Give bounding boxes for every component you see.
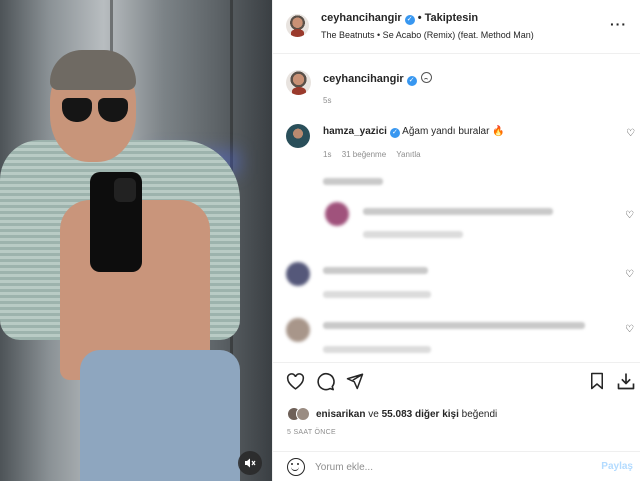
- blurred-text: [323, 178, 383, 185]
- verified-icon: ✓: [406, 76, 417, 86]
- comment-meta: 1s 31 beğenme Yanıtla: [323, 150, 429, 159]
- verified-icon: ✓: [389, 128, 400, 138]
- blurred-text: [323, 346, 431, 353]
- likes-connector: ve: [368, 408, 379, 420]
- heart-icon[interactable]: ♡: [625, 324, 634, 335]
- comment-icon[interactable]: [315, 371, 335, 391]
- reply-button[interactable]: Yanıtla: [396, 150, 420, 159]
- avatar[interactable]: [286, 14, 309, 37]
- heart-icon[interactable]: [285, 371, 305, 391]
- blurred-text: [363, 208, 553, 215]
- person-jeans: [80, 350, 240, 481]
- liker-username[interactable]: enisarikan: [316, 409, 365, 420]
- comment-composer: Paylaş: [273, 451, 640, 481]
- blurred-avatar: [286, 318, 310, 342]
- likes-suffix: beğendi: [461, 408, 498, 420]
- post-sidebar: ceyhancihangir ✓ • Takiptesin The Beatnuts …: [272, 0, 640, 481]
- verified-icon: ✓: [404, 15, 415, 25]
- comment-text: Ağam yandı buralar 🔥: [402, 126, 505, 137]
- likes-count[interactable]: 55.083 diğer kişi: [382, 409, 459, 420]
- blurred-avatar: [325, 202, 349, 226]
- bookmark-icon[interactable]: [587, 371, 607, 391]
- smartphone: [90, 172, 142, 272]
- heart-icon[interactable]: ♡: [626, 128, 635, 139]
- avatar[interactable]: [286, 70, 311, 95]
- person-hair: [50, 50, 136, 90]
- header-separator: •: [417, 12, 422, 24]
- caption-user-line: ceyhancihangir ✓: [323, 72, 432, 86]
- comment-line: hamza_yazici ✓ Ağam yandı buralar 🔥: [323, 126, 505, 138]
- speaker-muted-icon[interactable]: [238, 451, 262, 475]
- download-icon[interactable]: [616, 371, 636, 391]
- comment-likes[interactable]: 31 beğenme: [342, 150, 386, 159]
- emoji-icon[interactable]: [287, 458, 305, 476]
- caption-time[interactable]: 5s: [323, 96, 331, 105]
- blurred-text: [323, 291, 431, 298]
- comment-time[interactable]: 1s: [323, 150, 331, 159]
- avatar: [296, 407, 310, 421]
- comment-username[interactable]: hamza_yazici: [323, 126, 387, 137]
- post-media[interactable]: [0, 0, 272, 481]
- blurred-avatar: [286, 262, 310, 286]
- more-horizontal-icon[interactable]: ···: [610, 16, 627, 32]
- post-header: ceyhancihangir ✓ • Takiptesin The Beatnuts …: [273, 0, 640, 54]
- caption-username[interactable]: ceyhancihangir: [323, 73, 404, 85]
- send-icon[interactable]: [345, 371, 365, 391]
- comment-input[interactable]: [315, 457, 585, 477]
- heart-icon[interactable]: ♡: [625, 210, 634, 221]
- heart-icon[interactable]: ♡: [625, 269, 634, 280]
- posted-time[interactable]: 5 SAAT ÖNCE: [287, 429, 336, 436]
- blurred-text: [323, 267, 428, 274]
- avatar[interactable]: [286, 124, 310, 148]
- blurred-text: [363, 231, 463, 238]
- likes-summary: enisarikan ve 55.083 diğer kişi beğendi: [287, 405, 497, 423]
- header-user-line: ceyhancihangir ✓ • Takiptesin: [321, 12, 478, 25]
- blurred-text: [323, 322, 585, 329]
- sad-face-icon: [420, 72, 432, 83]
- follow-status[interactable]: Takiptesin: [425, 12, 479, 24]
- audio-track[interactable]: The Beatnuts • Se Acabo (Remix) (feat. M…: [321, 30, 534, 40]
- sunglasses: [62, 98, 130, 124]
- header-username[interactable]: ceyhancihangir: [321, 12, 402, 24]
- post-comment-button[interactable]: Paylaş: [601, 461, 633, 472]
- post-actions: enisarikan ve 55.083 diğer kişi beğendi …: [273, 362, 640, 480]
